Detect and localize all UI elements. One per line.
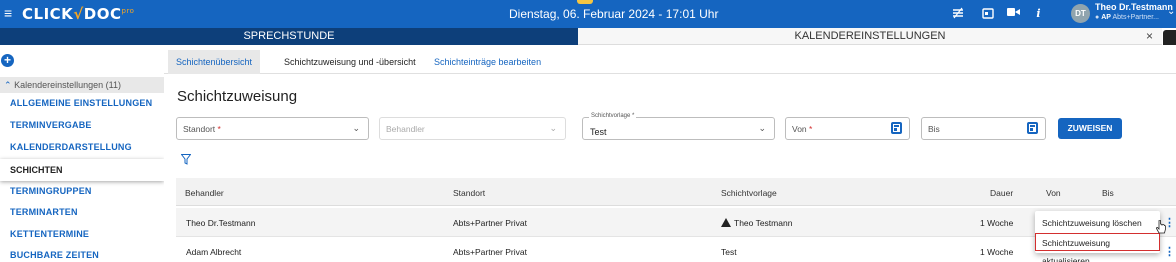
cell-standort: Abts+Partner Privat bbox=[453, 247, 527, 257]
table-header: Behandler Standort Schichtvorlage Dauer … bbox=[176, 178, 1176, 206]
user-org: ● AP Abts+Partner... bbox=[1095, 14, 1159, 21]
row-context-menu: Schichtzuweisung löschen Schichtzuweisun… bbox=[1035, 211, 1160, 262]
column-dauer[interactable]: Dauer bbox=[990, 188, 1013, 198]
app-header: ≡ CLICK√DOCpro Dienstag, 06. Februar 202… bbox=[0, 0, 1176, 28]
tab-kalendereinstellungen[interactable]: KALENDEREINSTELLUNGEN bbox=[578, 28, 1162, 45]
sidebar-item-buchbare-zeiten[interactable]: BUCHBARE ZEITEN bbox=[10, 250, 99, 260]
warning-icon bbox=[721, 218, 731, 227]
menu-item-schichtzuweisung-loeschen[interactable]: Schichtzuweisung löschen bbox=[1035, 214, 1160, 232]
table-row[interactable]: Adam Albrecht Abts+Partner Privat Test 1… bbox=[176, 237, 1176, 262]
column-standort[interactable]: Standort bbox=[453, 188, 485, 198]
schichtvorlage-select[interactable]: Schichtvorlage * Test ⌄ bbox=[582, 113, 775, 140]
hand-cursor-icon bbox=[1156, 220, 1166, 234]
chevron-up-icon: ⌃ bbox=[4, 80, 12, 90]
cell-standort: Abts+Partner Privat bbox=[453, 218, 527, 228]
von-date-field[interactable]: Von * bbox=[785, 117, 910, 140]
mouse-settings-icon[interactable] bbox=[950, 7, 965, 21]
info-icon[interactable]: i bbox=[1031, 7, 1046, 21]
table-row[interactable]: Theo Dr.Testmann Abts+Partner Privat The… bbox=[176, 208, 1176, 237]
calendar-icon[interactable] bbox=[980, 7, 995, 21]
header-date: Dienstag, 06. Februar 2024 - 17:01 Uhr bbox=[509, 7, 719, 21]
location-pin-icon: ● bbox=[1095, 14, 1100, 21]
behandler-select[interactable]: Behandler ⌄ bbox=[379, 117, 566, 140]
close-tab-icon[interactable]: × bbox=[1146, 28, 1153, 45]
tab-schichtzuweisung[interactable]: Schichtzuweisung und -übersicht bbox=[276, 50, 424, 74]
sidebar-item-terminarten[interactable]: TERMINARTEN bbox=[10, 207, 78, 217]
main-tabs: SPRECHSTUNDE KALENDEREINSTELLUNGEN bbox=[0, 28, 1176, 45]
plus-icon[interactable]: + bbox=[1, 54, 14, 67]
menu-icon[interactable]: ≡ bbox=[4, 6, 16, 20]
sidebar-item-termingruppen[interactable]: TERMINGRUPPEN bbox=[10, 186, 92, 196]
video-icon[interactable] bbox=[1006, 7, 1021, 21]
zuweisen-button[interactable]: ZUWEISEN bbox=[1058, 118, 1122, 139]
menu-item-schichtzuweisung-aktualisieren[interactable]: Schichtzuweisung aktualisieren bbox=[1035, 233, 1160, 262]
chevron-down-icon: ⌄ bbox=[758, 123, 766, 133]
sub-tabs: Schichtenübersicht Schichtzuweisung und … bbox=[164, 50, 1176, 74]
cell-behandler: Adam Albrecht bbox=[186, 247, 242, 257]
sidebar-item-kalenderdarstellung[interactable]: KALENDERDARSTELLUNG bbox=[10, 142, 132, 152]
sidebar-item-kettentermine[interactable]: KETTENTERMINE bbox=[10, 229, 89, 239]
page-title: Schichtzuweisung bbox=[177, 88, 298, 105]
standort-select[interactable]: Standort * ⌄ bbox=[176, 117, 369, 140]
chevron-down-icon: ⌄ bbox=[352, 123, 360, 133]
user-name: Theo Dr.Testmann bbox=[1095, 2, 1173, 12]
kebab-menu-icon[interactable]: ⋮ bbox=[1164, 245, 1175, 258]
app-logo[interactable]: CLICK√DOCpro bbox=[22, 5, 134, 23]
calendar-icon[interactable] bbox=[1027, 122, 1038, 134]
filter-icon[interactable] bbox=[181, 154, 191, 165]
header-notch bbox=[577, 0, 593, 4]
column-behandler[interactable]: Behandler bbox=[185, 188, 224, 198]
cell-schichtvorlage: Theo Testmann bbox=[721, 218, 792, 228]
column-bis[interactable]: Bis bbox=[1102, 188, 1114, 198]
avatar[interactable]: DT bbox=[1071, 4, 1090, 23]
chevron-down-icon: ⌄ bbox=[549, 123, 557, 133]
cell-schichtvorlage: Test bbox=[721, 247, 737, 257]
column-von[interactable]: Von bbox=[1046, 188, 1061, 198]
tab-schichteintraege[interactable]: Schichteinträge bearbeiten bbox=[426, 50, 549, 74]
cell-dauer: 1 Woche bbox=[980, 247, 1014, 257]
cell-behandler: Theo Dr.Testmann bbox=[186, 218, 256, 228]
bis-date-field[interactable]: Bis bbox=[921, 117, 1046, 140]
tab-sprechstunde[interactable]: SPRECHSTUNDE bbox=[0, 28, 578, 45]
chevron-down-icon[interactable]: ⌄ bbox=[1167, 6, 1175, 17]
sidebar-item-terminvergabe[interactable]: TERMINVERGABE bbox=[10, 120, 92, 130]
cell-dauer: 1 Woche bbox=[980, 218, 1014, 228]
sidebar-item-schichten[interactable]: SCHICHTEN bbox=[0, 159, 164, 181]
sidebar-item-allgemeine-einstellungen[interactable]: ALLGEMEINE EINSTELLUNGEN bbox=[10, 98, 152, 108]
column-schichtvorlage[interactable]: Schichtvorlage bbox=[721, 188, 777, 198]
mouse-icon bbox=[952, 7, 963, 19]
sidebar-group-header[interactable]: ⌃ Kalendereinstellungen (11) bbox=[0, 77, 164, 93]
calendar-icon[interactable] bbox=[891, 122, 902, 134]
tab-schichtenuebersicht[interactable]: Schichtenübersicht bbox=[168, 50, 261, 74]
